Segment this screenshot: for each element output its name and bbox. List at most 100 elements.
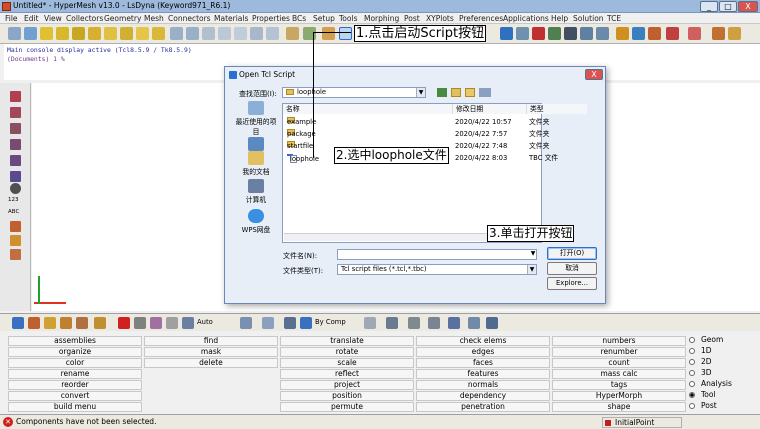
menu-collectors[interactable]: Collectors	[66, 13, 103, 24]
contact-icon[interactable]	[688, 27, 701, 40]
col-name-header[interactable]: 名称	[283, 104, 453, 114]
minimize-button[interactable]: _	[700, 1, 718, 12]
file-list[interactable]: 名称 修改日期 类型 example 2020/4/22 10:57 文件夹 p…	[282, 103, 587, 243]
panel-position[interactable]: position	[280, 391, 414, 401]
radio-geom[interactable]: Geom	[689, 335, 723, 345]
dialog-close-button[interactable]: X	[585, 69, 603, 80]
check-icon[interactable]	[516, 27, 529, 40]
menu-applications[interactable]: Applications	[503, 13, 549, 24]
filename-input[interactable]	[337, 249, 537, 260]
run-script-icon[interactable]	[339, 27, 352, 40]
mesh-lines-icon[interactable]	[364, 317, 376, 329]
panel-mask[interactable]: mask	[144, 347, 278, 357]
place-recent[interactable]: 最近使用的项目	[235, 101, 277, 136]
pan-icon[interactable]	[218, 27, 231, 40]
explore-button[interactable]: Explore...	[547, 277, 597, 290]
transparency-tool-icon[interactable]	[10, 171, 21, 182]
rotate-right-icon[interactable]	[56, 27, 69, 40]
open-button[interactable]: 打开(O)	[547, 247, 597, 260]
zoom-icon[interactable]	[8, 27, 21, 40]
panel-build-menu[interactable]: build menu	[8, 402, 142, 412]
menu-properties[interactable]: Properties	[252, 13, 290, 24]
panel-dependency[interactable]: dependency	[416, 391, 550, 401]
panel-features[interactable]: features	[416, 369, 550, 379]
vector-display-icon[interactable]	[94, 317, 106, 329]
filetype-select[interactable]: Tcl script files (*.tcl,*.tbc) ▼	[337, 264, 537, 275]
export-icon[interactable]	[322, 27, 335, 40]
menu-help[interactable]: Help	[551, 13, 568, 24]
menu-bcs[interactable]: BCs	[292, 13, 306, 24]
table-icon[interactable]	[596, 27, 609, 40]
color-by-icon[interactable]	[300, 317, 312, 329]
numbering-tool-label[interactable]: 123	[8, 197, 19, 203]
loadcol-icon[interactable]	[666, 27, 679, 40]
radio-analysis[interactable]: Analysis	[689, 379, 732, 389]
radio-post[interactable]: Post	[689, 401, 717, 411]
menu-solution[interactable]: Solution	[573, 13, 604, 24]
menu-post[interactable]: Post	[404, 13, 420, 24]
filename-dropdown-icon[interactable]: ▼	[529, 250, 537, 259]
rotate-down-icon[interactable]	[88, 27, 101, 40]
radio-tool[interactable]: Tool	[689, 390, 716, 400]
quality-icon[interactable]	[500, 27, 513, 40]
refresh-icon[interactable]	[266, 27, 279, 40]
col-date-header[interactable]: 修改日期	[453, 104, 527, 114]
panel-normals[interactable]: normals	[416, 380, 550, 390]
spin-right-icon[interactable]	[120, 27, 133, 40]
menu-view[interactable]: View	[44, 13, 62, 24]
user-settings-icon[interactable]	[728, 27, 741, 40]
place-documents[interactable]: 我的文档	[235, 151, 277, 176]
unmask-tool-icon[interactable]	[10, 107, 21, 118]
component-icon[interactable]	[616, 27, 629, 40]
user-icon[interactable]	[712, 27, 725, 40]
reverse-tool-icon[interactable]	[10, 123, 21, 134]
point-style-icon[interactable]	[468, 317, 480, 329]
color-mode-select[interactable]: Auto	[197, 318, 213, 326]
col-type-header[interactable]: 类型	[527, 104, 587, 114]
panel-assemblies[interactable]: assemblies	[8, 336, 142, 346]
panel-rotate[interactable]: rotate	[280, 347, 414, 357]
coloring-icon[interactable]	[182, 317, 194, 329]
property-icon[interactable]	[632, 27, 645, 40]
menu-connectors[interactable]: Connectors	[168, 13, 211, 24]
panel-count[interactable]: count	[552, 358, 686, 368]
panel-check-elems[interactable]: check elems	[416, 336, 550, 346]
menu-setup[interactable]: Setup	[313, 13, 335, 24]
view-bottom-icon[interactable]	[152, 27, 165, 40]
mask-icon[interactable]	[548, 27, 561, 40]
menu-edit[interactable]: Edit	[24, 13, 39, 24]
import-icon[interactable]	[303, 27, 316, 40]
menu-materials[interactable]: Materials	[214, 13, 248, 24]
panel-color[interactable]: color	[8, 358, 142, 368]
menu-geometry[interactable]: Geometry	[104, 13, 141, 24]
view-top-icon[interactable]	[136, 27, 149, 40]
delete-entity-icon[interactable]	[118, 317, 130, 329]
text-tool-label[interactable]: ABC	[8, 209, 19, 215]
panel-hypermorph[interactable]: HyperMorph	[552, 391, 686, 401]
count-icon[interactable]	[580, 27, 593, 40]
elem-display-icon[interactable]	[44, 317, 56, 329]
color-by-select[interactable]: By Comp	[315, 318, 346, 326]
line-style-icon[interactable]	[408, 317, 420, 329]
panel-translate[interactable]: translate	[280, 336, 414, 346]
mask-tool-icon[interactable]	[10, 91, 21, 102]
element-shape-icon[interactable]	[284, 317, 296, 329]
zoom-in-icon[interactable]	[170, 27, 183, 40]
panel-convert[interactable]: convert	[8, 391, 142, 401]
lighting-icon[interactable]	[262, 317, 274, 329]
menu-mesh[interactable]: Mesh	[144, 13, 164, 24]
loads-display-icon[interactable]	[76, 317, 88, 329]
find-entity-icon[interactable]	[150, 317, 162, 329]
place-wps-cloud[interactable]: WPS网盘	[235, 209, 277, 234]
mask-entity-icon[interactable]	[134, 317, 146, 329]
entity-display-icon[interactable]	[12, 317, 24, 329]
loadstep-field[interactable]: InitialPoint	[602, 417, 682, 428]
shade-mode-icon[interactable]	[240, 317, 252, 329]
delete-icon[interactable]	[532, 27, 545, 40]
component-tool-icon[interactable]	[10, 221, 21, 232]
panel-reorder[interactable]: reorder	[8, 380, 142, 390]
fit-icon[interactable]	[234, 27, 247, 40]
screen-icon[interactable]	[486, 317, 498, 329]
view-icon[interactable]	[24, 27, 37, 40]
menu-morphing[interactable]: Morphing	[364, 13, 399, 24]
